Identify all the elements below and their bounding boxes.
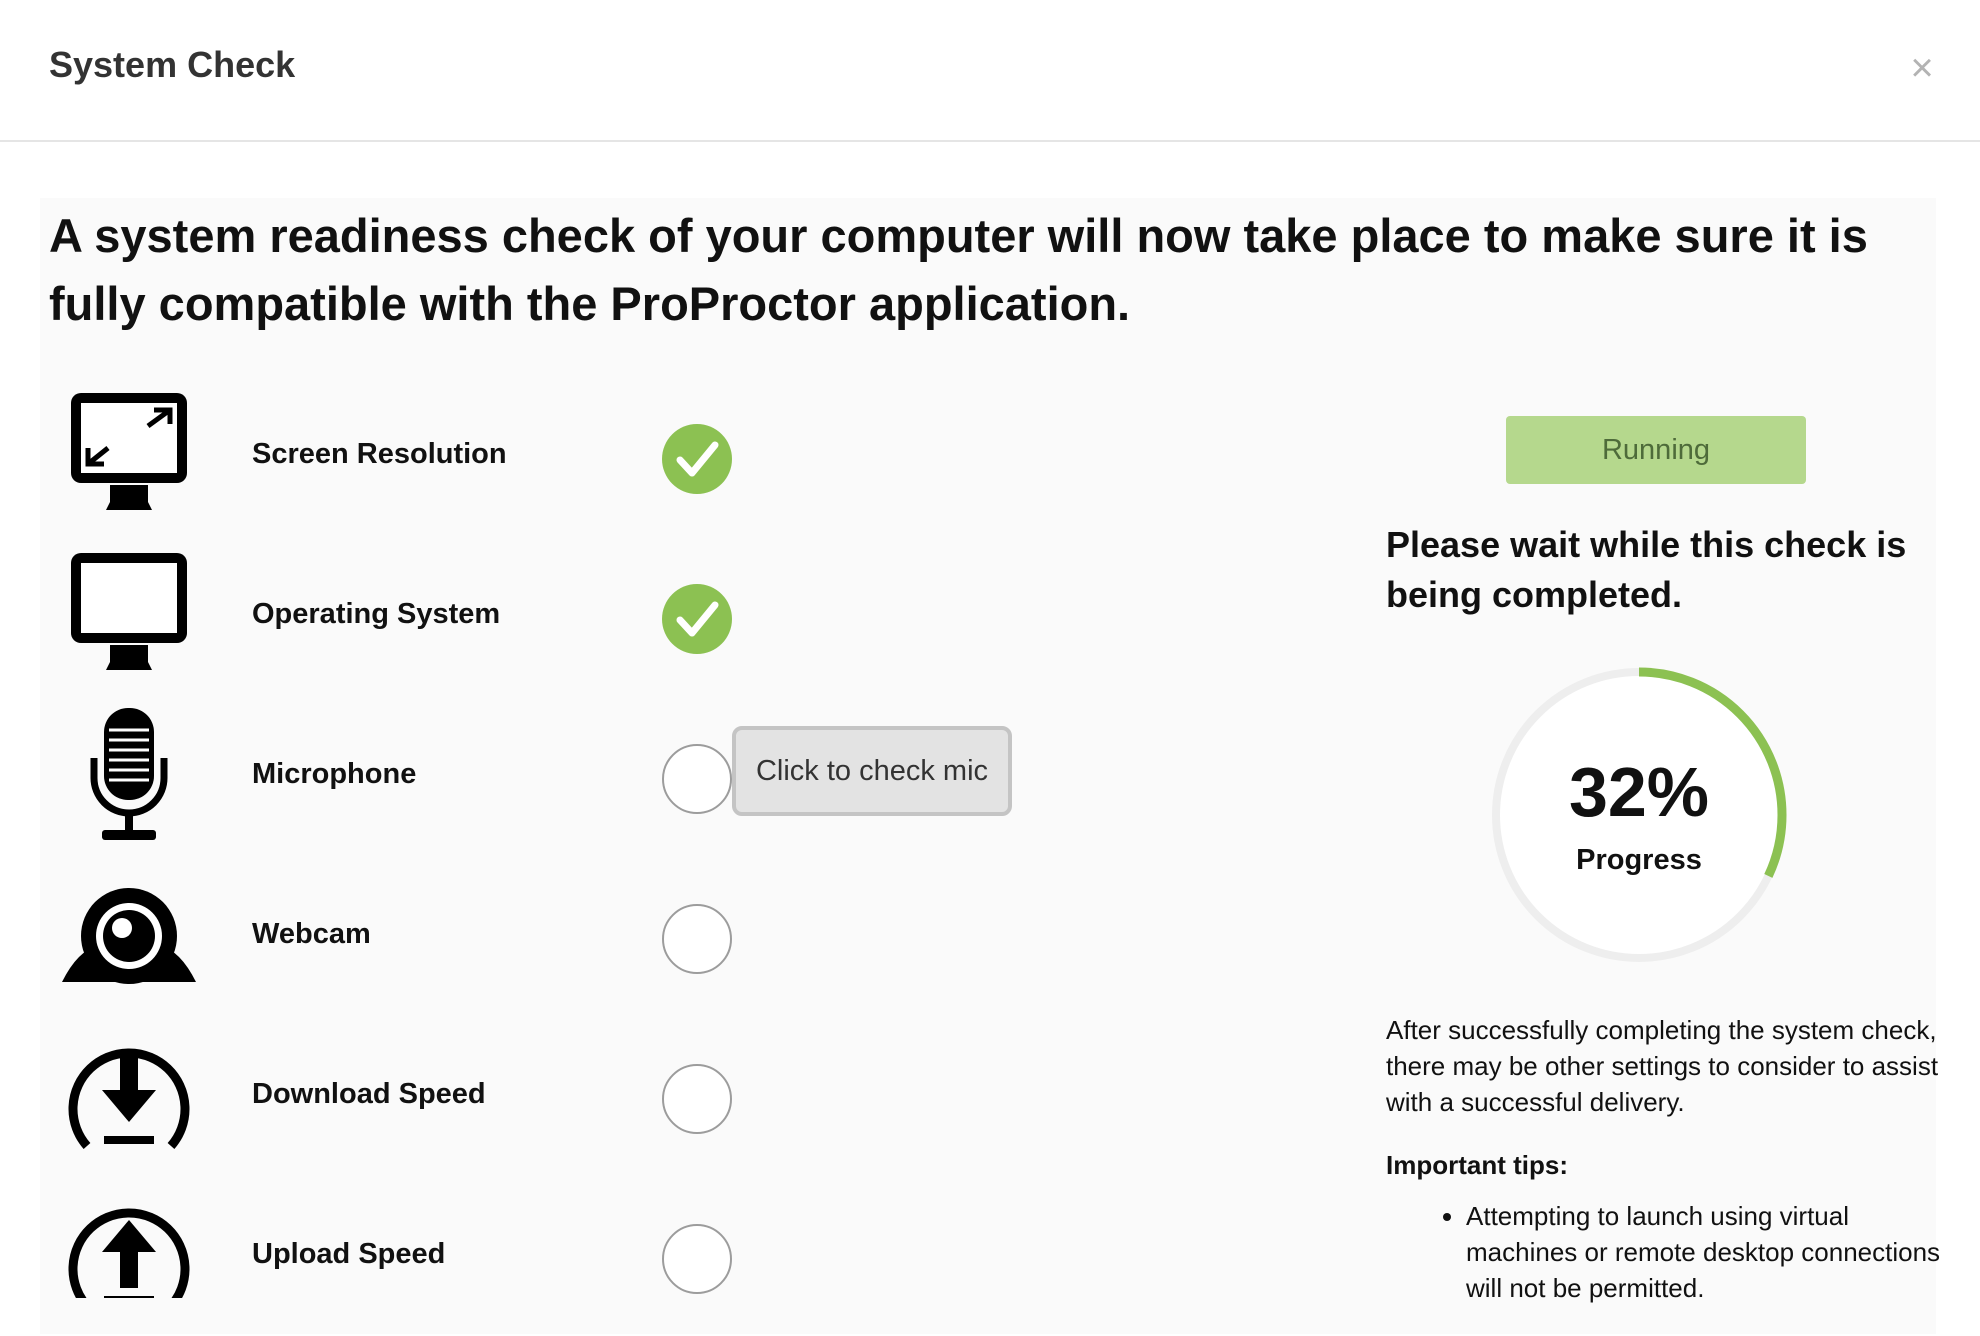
status-pending-icon: [662, 744, 732, 814]
tips-title: Important tips:: [1386, 1150, 1568, 1180]
check-row-screen-resolution: Screen Resolution: [0, 386, 1100, 536]
webcam-icon: [58, 866, 200, 1006]
check-row-webcam: Webcam: [0, 866, 1100, 1016]
check-mic-button[interactable]: Click to check mic: [732, 726, 1012, 816]
check-label: Screen Resolution: [252, 438, 507, 470]
check-label: Upload Speed: [252, 1238, 446, 1270]
progress-ring: 32% Progress: [1484, 660, 1794, 970]
download-icon: [58, 1026, 200, 1166]
check-label: Webcam: [252, 918, 371, 950]
running-button[interactable]: Running: [1506, 416, 1806, 484]
check-row-operating-system: Operating System: [0, 546, 1100, 696]
modal-title: System Check: [49, 44, 296, 85]
after-check-text: After successfully completing the system…: [1386, 1015, 1939, 1117]
status-pending-icon: [662, 1224, 732, 1294]
check-row-microphone: Microphone Click to check mic: [0, 706, 1100, 856]
modal-header: System Check ×: [0, 0, 1980, 142]
microphone-icon: [58, 706, 200, 846]
intro-text: A system readiness check of your compute…: [49, 209, 1868, 330]
status-passed-icon: [662, 424, 732, 494]
check-label: Operating System: [252, 598, 501, 630]
screen-resolution-icon: [58, 386, 200, 526]
check-label: Download Speed: [252, 1078, 486, 1110]
upload-icon: [58, 1186, 200, 1298]
tip-item: Attempting to launch using virtual machi…: [1466, 1198, 1946, 1306]
check-row-upload-speed: Upload Speed: [0, 1186, 1100, 1336]
progress-label: Progress: [1576, 844, 1702, 876]
check-label: Microphone: [252, 758, 417, 790]
status-pending-icon: [662, 1064, 732, 1134]
progress-value: 32%: [1568, 753, 1710, 831]
status-pending-icon: [662, 904, 732, 974]
wait-text: Please wait while this check is being co…: [1386, 524, 1907, 615]
check-row-download-speed: Download Speed: [0, 1026, 1100, 1176]
status-passed-icon: [662, 584, 732, 654]
tips-list: Attempting to launch using virtual machi…: [1386, 1198, 1946, 1306]
close-button[interactable]: ×: [1902, 48, 1942, 88]
monitor-icon: [58, 546, 200, 686]
